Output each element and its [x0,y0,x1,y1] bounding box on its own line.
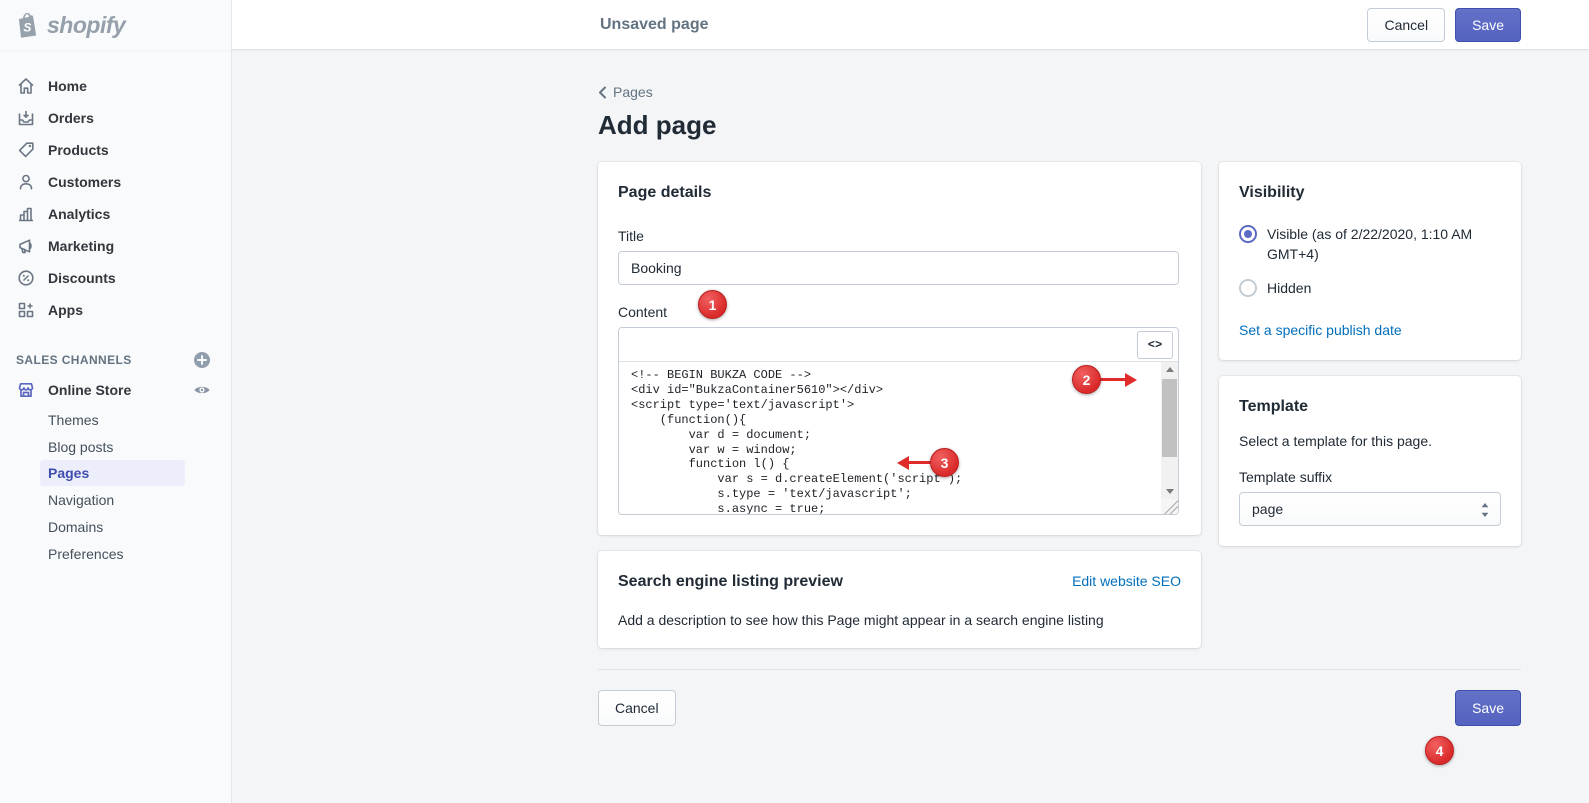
annotation-arrow-2 [1100,378,1125,381]
content-editor-toolbar: <> [619,328,1178,362]
footer-actions: Cancel Save [598,690,1521,726]
sidebar-item-domains[interactable]: Domains [0,513,231,540]
template-suffix-value: page [1252,501,1283,517]
topbar-page-title: Unsaved page [600,0,708,50]
select-caret-icon [1480,501,1490,519]
template-suffix-label: Template suffix [1239,469,1501,485]
discounts-icon [16,268,36,288]
seo-description: Add a description to see how this Page m… [618,612,1181,628]
chevron-left-icon [598,86,607,99]
sidebar: Home Orders Products Customers Analytics… [0,50,232,803]
seo-card: Search engine listing preview Edit websi… [598,551,1201,648]
template-suffix-select[interactable]: page [1239,492,1501,526]
edit-website-seo-link[interactable]: Edit website SEO [1072,573,1181,589]
hidden-radio[interactable] [1239,279,1257,297]
visible-radio[interactable] [1239,225,1257,243]
template-heading: Template [1239,398,1501,416]
add-sales-channel-icon[interactable] [193,351,211,369]
page-details-card: Page details Title Content <> <!-- BEGIN… [598,162,1201,535]
sidebar-item-online-store[interactable]: Online Store [0,374,231,406]
annotation-badge-4: 4 [1425,736,1454,765]
sidebar-item-analytics[interactable]: Analytics [0,198,231,230]
sidebar-item-orders[interactable]: Orders [0,102,231,134]
show-html-button[interactable]: <> [1137,331,1173,359]
shopify-wordmark: shopify [47,12,125,39]
visibility-heading: Visibility [1239,184,1501,202]
scrollbar-thumb[interactable] [1162,379,1177,457]
seo-heading: Search engine listing preview [618,573,843,591]
annotation-arrowhead-3 [897,456,909,470]
resize-grip-icon[interactable] [1161,499,1178,514]
footer-divider [598,669,1521,670]
sidebar-item-pages[interactable]: Pages [40,460,185,486]
footer-save-button[interactable]: Save [1455,690,1521,726]
sidebar-item-navigation[interactable]: Navigation [0,486,231,513]
topbar: S shopify Unsaved page Cancel Save [0,0,1589,50]
sidebar-item-preferences[interactable]: Preferences [0,540,231,567]
editor-scrollbar[interactable] [1161,362,1178,499]
title-label: Title [618,228,1181,244]
sidebar-item-home[interactable]: Home [0,70,231,102]
breadcrumb-label: Pages [613,84,653,100]
home-icon [16,76,36,96]
main-content: Pages Add page Page details Title Conten… [232,50,1589,803]
visibility-card: Visibility Visible (as of 2/22/2020, 1:1… [1219,162,1521,360]
orders-icon [16,108,36,128]
customers-icon [16,172,36,192]
sidebar-item-marketing[interactable]: Marketing [0,230,231,262]
template-description: Select a template for this page. [1239,433,1501,449]
marketing-icon [16,236,36,256]
hidden-radio-row[interactable]: Hidden [1239,278,1501,298]
footer-cancel-button[interactable]: Cancel [598,690,676,726]
content-editor[interactable]: <> <!-- BEGIN BUKZA CODE --> <div id="Bu… [618,327,1179,515]
scroll-down-icon[interactable] [1161,484,1178,499]
topbar-actions: Cancel Save [1367,8,1521,42]
view-store-eye-icon[interactable] [193,381,211,399]
apps-icon [16,300,36,320]
annotation-badge-1: 1 [698,290,727,319]
page-title: Add page [598,110,1521,141]
svg-text:S: S [23,20,31,34]
topbar-cancel-button[interactable]: Cancel [1367,8,1445,42]
visible-radio-row[interactable]: Visible (as of 2/22/2020, 1:10 AM GMT+4) [1239,224,1501,264]
sidebar-item-products[interactable]: Products [0,134,231,166]
scroll-up-icon[interactable] [1161,362,1178,377]
online-store-icon [16,380,36,400]
sidebar-item-apps[interactable]: Apps [0,294,231,326]
title-input[interactable] [618,251,1179,285]
sidebar-item-themes[interactable]: Themes [0,406,231,433]
annotation-arrow-3 [909,461,931,464]
annotation-badge-3: 3 [930,448,959,477]
breadcrumb[interactable]: Pages [598,84,678,100]
hidden-radio-label: Hidden [1267,278,1497,298]
sidebar-item-discounts[interactable]: Discounts [0,262,231,294]
products-icon [16,140,36,160]
visible-radio-label: Visible (as of 2/22/2020, 1:10 AM GMT+4) [1267,224,1497,264]
shopify-logo[interactable]: S shopify [0,0,232,50]
sidebar-item-customers[interactable]: Customers [0,166,231,198]
annotation-badge-2: 2 [1072,365,1101,394]
set-publish-date-link[interactable]: Set a specific publish date [1239,322,1402,338]
shopify-bag-icon: S [16,11,40,39]
analytics-icon [16,204,36,224]
page-details-heading: Page details [618,184,1181,202]
template-card: Template Select a template for this page… [1219,376,1521,546]
topbar-save-button[interactable]: Save [1455,8,1521,42]
sidebar-item-blog-posts[interactable]: Blog posts [0,433,231,460]
annotation-arrowhead-2 [1125,373,1137,387]
sales-channels-header: SALES CHANNELS [0,346,231,374]
